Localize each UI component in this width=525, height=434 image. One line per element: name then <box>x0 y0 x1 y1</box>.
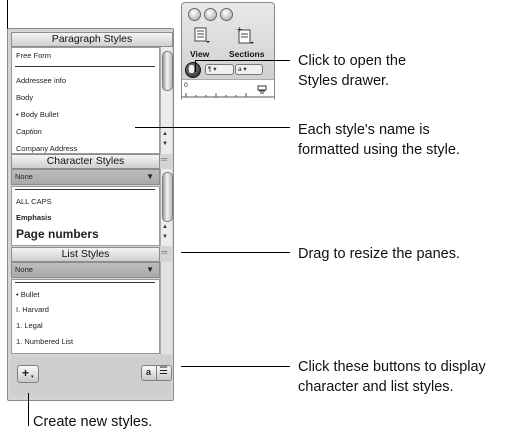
callout-line <box>135 127 290 128</box>
list-selected-value: None <box>15 265 33 274</box>
callout-open-drawer: Click to open the Styles drawer. <box>298 51 406 91</box>
styles-drawer: Paragraph Styles Free Form Addressee inf… <box>7 28 174 401</box>
close-window-icon[interactable] <box>188 8 201 21</box>
paragraph-style-item[interactable]: Addressee info <box>16 76 66 85</box>
add-style-button[interactable]: + ▾ <box>17 365 39 383</box>
list-style-item[interactable]: I. Harvard <box>16 305 49 314</box>
character-styles-header: Character Styles <box>11 154 160 169</box>
callout-create: Create new styles. <box>33 414 153 430</box>
callout-line <box>181 252 290 253</box>
document-window-toolbar: View + Sections ¶ ▾ a ▾ 0 <box>181 2 275 102</box>
drawer-toggle-icon <box>189 65 194 73</box>
callout-line <box>28 393 29 426</box>
callout-line <box>181 366 290 367</box>
scroll-up-arrow-icon[interactable]: ▲ <box>162 224 168 231</box>
paragraph-style-item[interactable]: Body <box>16 93 33 102</box>
sections-label: Sections <box>229 49 265 59</box>
leader-line-top <box>7 0 8 29</box>
view-button[interactable] <box>194 27 210 44</box>
pane-resize-handle-icon[interactable]: ═ <box>161 247 167 257</box>
plus-icon: + <box>22 366 30 380</box>
paragraph-style-item[interactable]: Free Form <box>16 51 51 60</box>
scroll-thumb[interactable] <box>162 51 173 91</box>
list-style-item[interactable]: 1. Legal <box>16 321 43 330</box>
character-style-item[interactable]: Emphasis <box>16 213 51 222</box>
ruler[interactable]: 0 <box>182 79 274 102</box>
list-divider <box>15 189 155 190</box>
scroll-down-arrow-icon[interactable]: ▼ <box>162 234 168 241</box>
scroll-thumb[interactable] <box>162 172 173 222</box>
zoom-window-icon[interactable] <box>220 8 233 21</box>
callout-style-name: Each style's name is formatted using the… <box>298 120 460 160</box>
callout-style-name-line1: Each style's name is <box>298 122 430 138</box>
list-icon: ☰ <box>159 366 168 377</box>
callout-open-drawer-line2: Styles drawer. <box>298 73 390 89</box>
minimize-window-icon[interactable] <box>204 8 217 21</box>
scroll-down-arrow-icon[interactable]: ▼ <box>162 141 168 148</box>
list-divider <box>15 282 155 283</box>
list-style-item[interactable]: 1. Numbered List <box>16 337 73 346</box>
callout-line <box>195 60 196 72</box>
sections-icon: + <box>236 25 254 44</box>
view-icon <box>194 27 210 43</box>
paragraph-style-item[interactable]: Company Address <box>16 144 77 153</box>
popup-triangle-icon: ▼ <box>146 172 154 181</box>
paragraph-styles-list[interactable]: Free Form Addressee info Body • Body Bul… <box>11 47 160 154</box>
paragraph-style-select[interactable]: ¶ ▾ <box>205 64 234 75</box>
styles-drawer-button[interactable] <box>185 62 201 78</box>
char-a-icon: a <box>146 367 152 377</box>
character-style-select[interactable]: a ▾ <box>235 64 263 75</box>
character-styles-list[interactable]: ALL CAPS Emphasis Page numbers <box>11 186 160 246</box>
callout-buttons-line2: character and list styles. <box>298 379 454 395</box>
list-style-popup[interactable]: None ▼ <box>11 262 160 278</box>
character-style-popup[interactable]: None ▼ <box>11 169 160 185</box>
callout-buttons: Click these buttons to display character… <box>298 357 486 397</box>
list-style-item[interactable]: • Bullet <box>16 290 39 299</box>
svg-text:+: + <box>236 25 243 34</box>
character-styles-toggle-button[interactable]: a <box>141 365 157 381</box>
callout-resize: Drag to resize the panes. <box>298 246 461 262</box>
svg-text:0: 0 <box>184 82 188 89</box>
callout-style-name-line2: formatted using the style. <box>298 142 460 158</box>
pane-resize-handle-icon[interactable]: ═ <box>161 154 167 164</box>
character-style-item[interactable]: Page numbers <box>16 227 99 241</box>
paragraph-style-item[interactable]: Caption <box>16 127 42 136</box>
list-styles-header: List Styles <box>11 247 160 262</box>
list-styles-list[interactable]: • Bullet I. Harvard 1. Legal 1. Numbered… <box>11 279 160 354</box>
list-divider <box>15 66 155 67</box>
popup-arrow-icon: ▾ <box>31 374 34 380</box>
callout-line <box>195 60 290 61</box>
scroll-up-arrow-icon[interactable]: ▲ <box>162 131 168 138</box>
popup-triangle-icon: ▼ <box>146 265 154 274</box>
list-styles-toggle-button[interactable]: ☰ <box>156 365 172 381</box>
character-style-item[interactable]: ALL CAPS <box>16 197 52 206</box>
character-selected-value: None <box>15 172 33 181</box>
callout-buttons-line1: Click these buttons to display <box>298 359 486 375</box>
view-label: View <box>190 49 210 59</box>
callout-open-drawer-line1: Click to open the <box>298 53 407 69</box>
character-scrollbar[interactable]: ▲ ▼ <box>160 169 173 246</box>
paragraph-style-item[interactable]: • Body Bullet <box>16 110 59 119</box>
sections-button[interactable]: + <box>236 25 254 45</box>
paragraph-styles-header: Paragraph Styles <box>11 32 173 47</box>
paragraph-scrollbar[interactable]: ▲ ▼ <box>160 47 173 154</box>
ruler-ticks: 0 <box>182 82 274 98</box>
list-scrollbar[interactable] <box>160 262 172 354</box>
